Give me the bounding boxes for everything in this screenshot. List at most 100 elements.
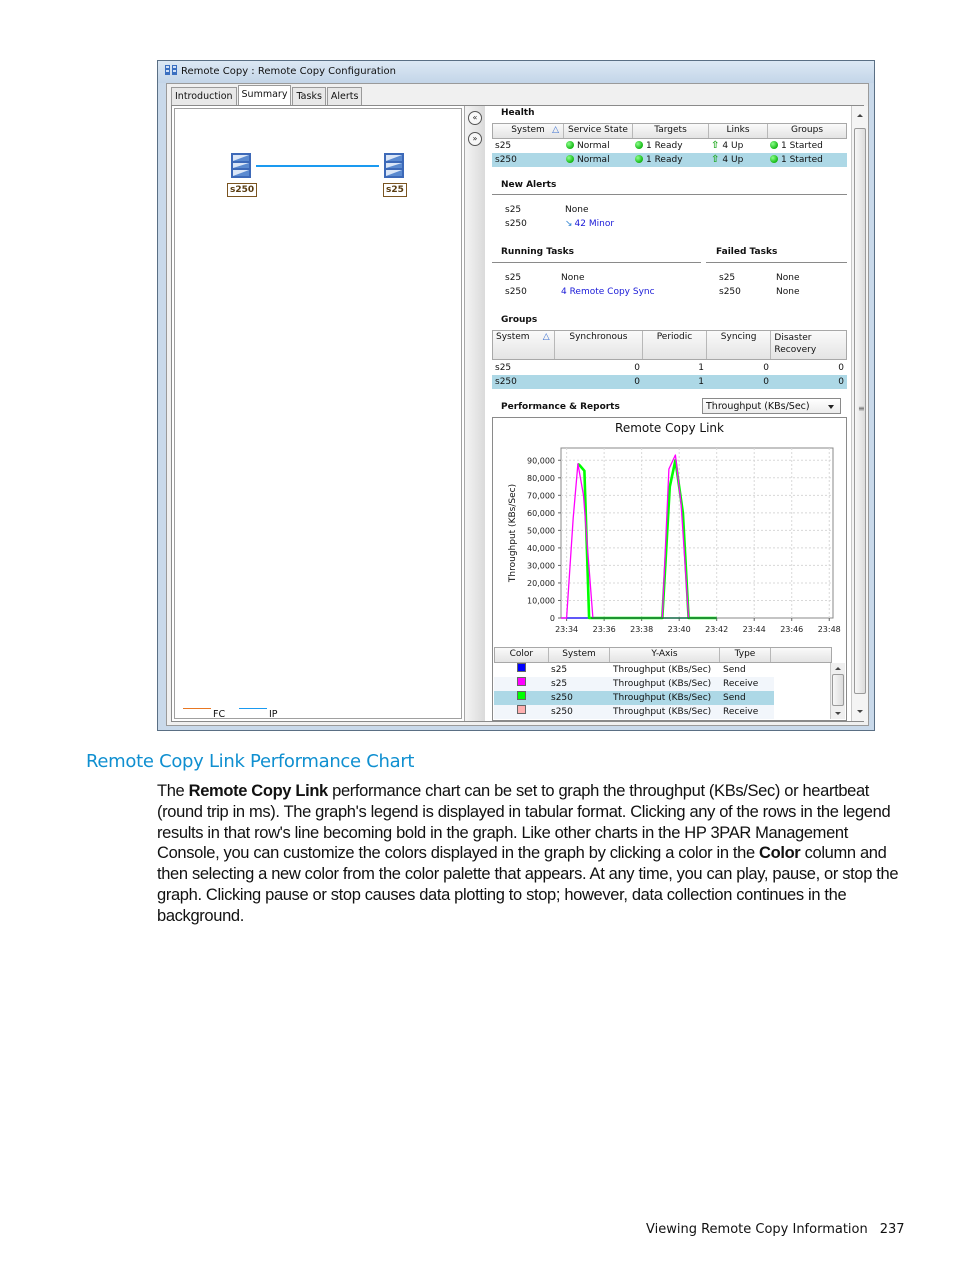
legend-color-cell[interactable] [494,705,548,719]
cell-system: s25 [495,141,512,151]
tab-tasks[interactable]: Tasks [292,87,326,105]
legend-system-cell: s25 [551,665,568,675]
health-row[interactable]: s25 Normal 1 Ready ⇧ 4 Up 1 Started [492,139,847,153]
scroll-down-icon[interactable] [835,712,841,715]
health-title: Health [501,108,535,118]
legend-system-cell: s250 [551,707,573,717]
groups-table-body: s25 0 1 0 0 s250 0 1 0 0 [492,361,847,389]
panel-scroll-thumb[interactable]: ≡ [854,128,866,694]
groups-table-header: System △ Synchronous Periodic Syncing Dis… [492,330,847,360]
node-label-s25[interactable]: s25 [383,183,407,197]
legend-row[interactable]: s250 Throughput (KBs/Sec) Receive [494,705,774,719]
legend-color-cell[interactable] [494,691,548,705]
cell-targets: 1 Ready [632,153,708,167]
color-swatch[interactable] [516,691,526,700]
scroll-up-icon[interactable] [857,114,863,117]
groups-row[interactable]: s25 0 1 0 0 [492,361,847,375]
x-tick-label: 23:38 [630,625,653,634]
health-col-system[interactable]: System △ [493,124,564,138]
x-tick-label: 23:40 [668,625,691,634]
node-label-s250[interactable]: s250 [227,183,258,197]
cell-syncing: 0 [763,363,769,373]
bold-term: Remote Copy Link [188,782,329,800]
legend-row[interactable]: s25 Throughput (KBs/Sec) Send [494,663,774,677]
cell-targets: 1 Ready [632,139,708,153]
legend-type-cell: Receive [723,707,759,717]
status-ok-icon [635,155,643,163]
remote-copy-icon [165,65,177,75]
window-title: Remote Copy : Remote Copy Configuration [181,66,396,77]
legend-col-type[interactable]: Type [720,648,772,662]
groups-row[interactable]: s250 0 1 0 0 [492,375,847,389]
legend-scrollbar[interactable] [830,663,845,719]
cell-groups: 1 Started [767,139,845,153]
color-swatch[interactable] [516,705,526,714]
y-tick-label: 80,000 [527,474,555,483]
legend-color-cell[interactable] [494,677,548,691]
legend-col-system[interactable]: System [549,648,611,662]
collapse-left-icon[interactable]: « [468,111,482,125]
health-row[interactable]: s250 Normal 1 Ready ⇧ 4 Up 1 Started [492,153,847,167]
cell-links: ⇧ 4 Up [711,154,744,165]
scroll-down-icon[interactable] [857,710,863,713]
y-axis-label: Throughput (KBs/Sec) [508,484,518,583]
legend-yaxis-cell: Throughput (KBs/Sec) [613,679,712,689]
health-col-groups[interactable]: Groups [768,124,846,138]
y-tick-label: 10,000 [527,596,555,605]
groups-col-periodic[interactable]: Periodic [643,331,707,359]
groups-col-syncing[interactable]: Syncing [707,331,772,359]
sort-asc-icon: △ [542,332,550,342]
pane-divider[interactable]: « » [464,106,485,721]
task-system: s25 [505,273,522,283]
divider [492,262,701,263]
node-s250[interactable] [231,153,251,182]
expand-right-icon[interactable]: » [468,132,482,146]
legend-col-color[interactable]: Color [495,648,549,662]
groups-col-synchronous[interactable]: Synchronous [555,331,644,359]
failed-value: None [776,273,800,283]
cell-periodic: 1 [698,377,704,387]
y-tick-label: 40,000 [527,544,555,553]
color-swatch[interactable] [516,663,526,672]
new-alerts-title: New Alerts [501,180,557,190]
alert-system: s250 [505,219,527,229]
legend-col-yaxis[interactable]: Y-Axis [610,648,720,662]
scroll-grip-icon: ≡ [858,404,865,413]
page-footer: Viewing Remote Copy Information 237 [646,1222,905,1237]
cell-syncing: 0 [763,377,769,387]
chart-container: Remote Copy Link 0 10,000 20,000 30,000 40,0… [492,417,847,721]
metric-select[interactable]: Throughput (KBs/Sec) [702,398,841,414]
legend-color-cell[interactable] [494,663,548,677]
health-col-links[interactable]: Links [709,124,768,138]
color-swatch[interactable] [516,677,526,686]
groups-col-disaster-recovery[interactable]: Disaster Recovery [771,331,846,359]
node-s25[interactable] [384,153,404,182]
y-tick-label: 60,000 [527,509,555,518]
health-col-targets[interactable]: Targets [633,124,709,138]
tab-summary[interactable]: Summary [237,85,292,106]
tab-alerts[interactable]: Alerts [326,87,363,105]
alert-system: s25 [505,205,522,215]
failed-system: s25 [719,273,736,283]
health-col-service-state[interactable]: Service State [564,124,633,138]
running-tasks-link[interactable]: 4 Remote Copy Sync [561,287,655,297]
fc-legend-line [183,708,211,709]
cell-service-state: Normal [563,139,632,153]
alerts-link[interactable]: ↘ 42 Minor [565,219,614,229]
legend-scroll-thumb[interactable] [832,674,844,706]
panel-scrollbar[interactable]: ≡ [851,106,868,721]
scroll-up-icon[interactable] [835,667,841,670]
legend-row[interactable]: s25 Throughput (KBs/Sec) Receive [494,677,774,691]
y-tick-label: 70,000 [527,491,555,500]
groups-col-system[interactable]: System △ [493,331,555,359]
storage-system-icon [384,153,404,178]
tab-introduction[interactable]: Introduction [171,87,237,105]
status-ok-icon [770,155,778,163]
ip-link-line[interactable] [256,165,379,167]
throughput-chart[interactable]: 0 10,000 20,000 30,000 40,000 50,000 60,000 70,… [493,436,846,646]
section-heading: Remote Copy Link Performance Chart [86,751,415,772]
divider [706,262,847,263]
legend-type-cell: Send [723,693,746,703]
legend-row[interactable]: s250 Throughput (KBs/Sec) Send [494,691,774,705]
paragraph-text: The [157,782,189,800]
